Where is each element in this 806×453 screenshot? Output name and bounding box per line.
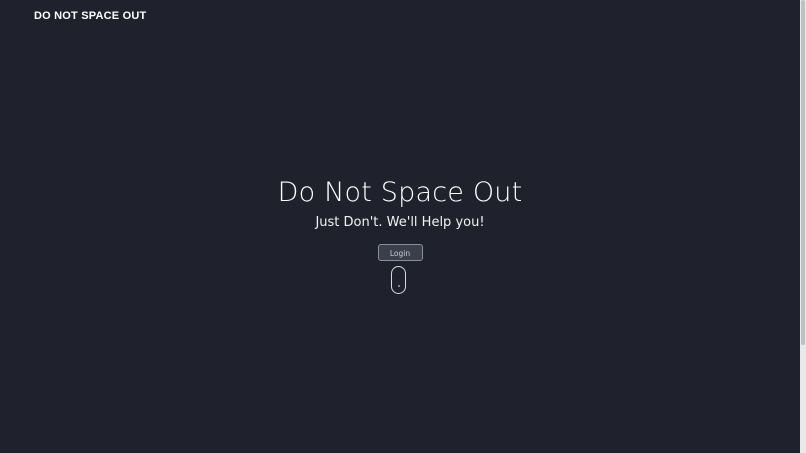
vertical-scrollbar[interactable] <box>800 0 806 453</box>
hero-section: Do Not Space Out Just Don't. We'll Help … <box>0 176 800 261</box>
mouse-wheel-dot <box>398 285 400 287</box>
scrollbar-thumb[interactable] <box>801 0 805 345</box>
hero-title: Do Not Space Out <box>277 177 523 208</box>
hero-subtitle: Just Don't. We'll Help you! <box>315 215 485 230</box>
page: DO NOT SPACE OUT Do Not Space Out Just D… <box>0 0 806 453</box>
login-button[interactable]: Login <box>377 244 423 261</box>
mouse-scroll-icon[interactable] <box>391 266 406 294</box>
brand-logo[interactable]: DO NOT SPACE OUT <box>34 9 146 23</box>
